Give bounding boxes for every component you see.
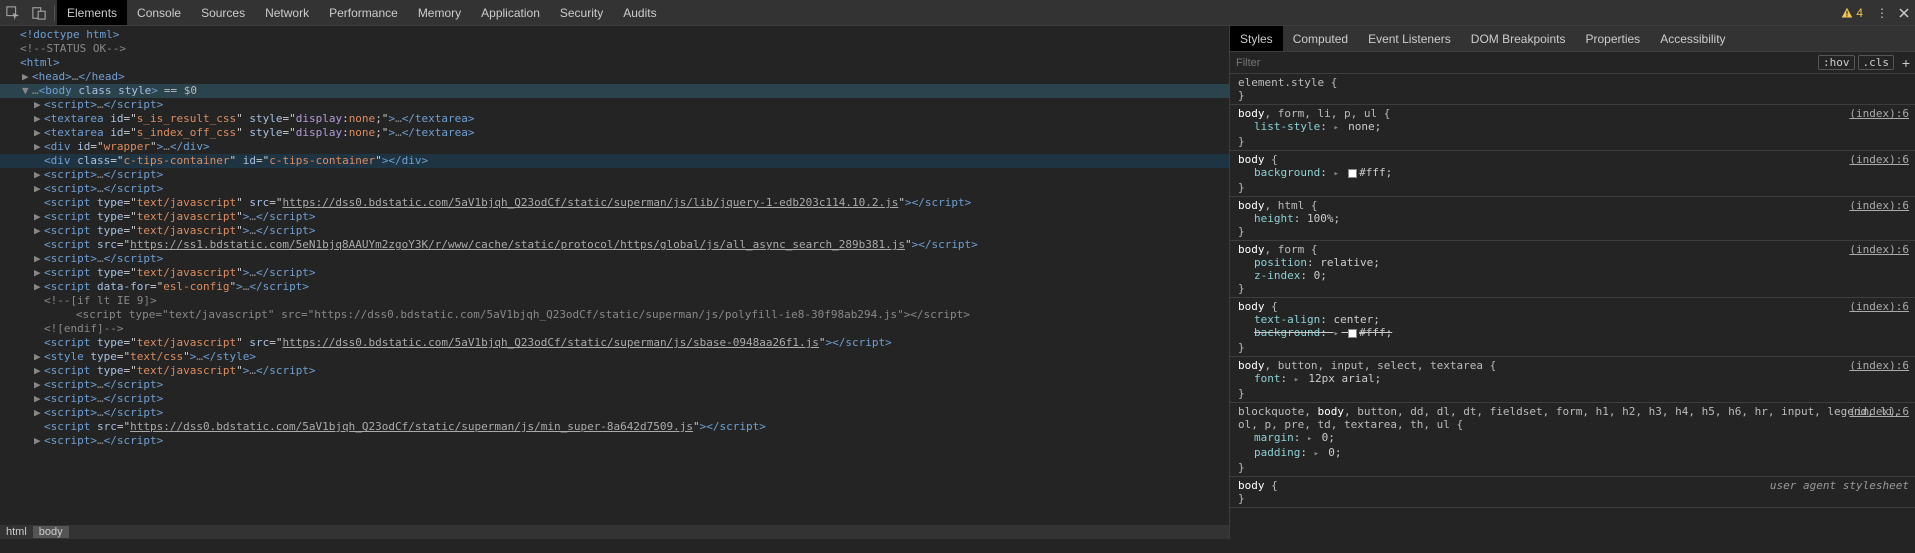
panel-tabs: ElementsConsoleSourcesNetworkPerformance… (57, 0, 667, 25)
dom-line[interactable]: ▶<textarea id="s_index_off_css" style="d… (0, 126, 1229, 140)
panel-tab-console[interactable]: Console (127, 0, 191, 25)
rule-source-link[interactable]: (index):6 (1849, 405, 1909, 418)
side-tab-properties[interactable]: Properties (1575, 26, 1650, 51)
hov-toggle[interactable]: :hov (1818, 55, 1855, 70)
dom-line[interactable]: ▶<script>…</script> (0, 182, 1229, 196)
css-rule[interactable]: user agent stylesheetbody {} (1230, 477, 1915, 508)
dom-line[interactable]: <script type="text/javascript" src="http… (0, 336, 1229, 350)
breadcrumb-body[interactable]: body (33, 526, 69, 538)
dom-line[interactable]: ▶<script>…</script> (0, 98, 1229, 112)
css-rule[interactable]: element.style {} (1230, 74, 1915, 105)
styles-pane[interactable]: element.style {}(index):6body, form, li,… (1230, 74, 1915, 539)
side-tab-styles[interactable]: Styles (1230, 26, 1283, 51)
close-devtools-icon[interactable] (1893, 0, 1915, 26)
css-rule[interactable]: (index):6body {text-align: center;backgr… (1230, 298, 1915, 357)
dom-line[interactable]: ▶<script type="text/javascript">…</scrip… (0, 364, 1229, 378)
dom-line[interactable]: <!--[if lt IE 9]> (0, 294, 1229, 308)
warning-count: 4 (1856, 6, 1863, 20)
css-rule[interactable]: (index):6blockquote, body, button, dd, d… (1230, 403, 1915, 477)
dom-line[interactable]: <![endif]--> (0, 322, 1229, 336)
dom-line[interactable]: ▼…<body class style>== $0 (0, 84, 1229, 98)
dom-line[interactable]: ▶<script>…</script> (0, 406, 1229, 420)
panel-tab-security[interactable]: Security (550, 0, 613, 25)
device-toolbar-icon[interactable] (26, 0, 52, 26)
dom-line[interactable]: <script src="https://dss0.bdstatic.com/5… (0, 420, 1229, 434)
dom-line[interactable]: ▶<textarea id="s_is_result_css" style="d… (0, 112, 1229, 126)
panel-tab-memory[interactable]: Memory (408, 0, 471, 25)
css-rule[interactable]: (index):6body {background: ▸ #fff;} (1230, 151, 1915, 197)
side-tab-dom-breakpoints[interactable]: DOM Breakpoints (1461, 26, 1576, 51)
new-style-rule-icon[interactable]: + (1897, 55, 1915, 71)
rule-source-link[interactable]: (index):6 (1849, 107, 1909, 120)
rule-source-link[interactable]: (index):6 (1849, 199, 1909, 212)
panel-tab-application[interactable]: Application (471, 0, 550, 25)
styles-filter-row: :hov .cls + (1230, 52, 1915, 74)
dom-line[interactable]: <!--STATUS OK--> (0, 42, 1229, 56)
cls-toggle[interactable]: .cls (1858, 55, 1895, 70)
panel-tab-elements[interactable]: Elements (57, 0, 127, 25)
dom-line[interactable]: ▶<script type="text/javascript">…</scrip… (0, 266, 1229, 280)
more-options-icon[interactable]: ⋮ (1871, 0, 1893, 26)
devtools-toolbar: ElementsConsoleSourcesNetworkPerformance… (0, 0, 1915, 26)
dom-line[interactable]: ▶<script>…</script> (0, 168, 1229, 182)
dom-line[interactable]: ▶<style type="text/css">…</style> (0, 350, 1229, 364)
rule-source-link[interactable]: user agent stylesheet (1770, 479, 1909, 492)
styles-filter-input[interactable] (1230, 57, 1818, 69)
css-rule[interactable]: (index):6body, html {height: 100%;} (1230, 197, 1915, 241)
dom-line[interactable]: ▶<script>…</script> (0, 434, 1229, 448)
dom-line[interactable]: <script type="text/javascript" src="http… (0, 308, 1229, 322)
dom-line[interactable]: ▶<script type="text/javascript">…</scrip… (0, 224, 1229, 238)
dom-tree[interactable]: <!doctype html><!--STATUS OK--><html>▶<h… (0, 26, 1229, 525)
dom-line[interactable]: ▶<script data-for="esl-config">…</script… (0, 280, 1229, 294)
dom-line[interactable]: <html> (0, 56, 1229, 70)
panel-tab-performance[interactable]: Performance (319, 0, 408, 25)
rule-source-link[interactable]: (index):6 (1849, 359, 1909, 372)
css-rule[interactable]: (index):6body, form {position: relative;… (1230, 241, 1915, 298)
side-tab-event-listeners[interactable]: Event Listeners (1358, 26, 1461, 51)
dom-line[interactable]: ▶<script>…</script> (0, 378, 1229, 392)
dom-line[interactable]: <script src="https://ss1.bdstatic.com/5e… (0, 238, 1229, 252)
inspect-element-icon[interactable] (0, 0, 26, 26)
panel-tab-network[interactable]: Network (255, 0, 319, 25)
breadcrumb[interactable]: htmlbody (0, 525, 1229, 539)
side-tab-computed[interactable]: Computed (1283, 26, 1358, 51)
dom-line[interactable]: ▶<script>…</script> (0, 252, 1229, 266)
dom-line[interactable]: <!doctype html> (0, 28, 1229, 42)
panel-tab-sources[interactable]: Sources (191, 0, 255, 25)
dom-line[interactable]: ▶<script>…</script> (0, 392, 1229, 406)
breadcrumb-html[interactable]: html (0, 526, 33, 538)
css-rule[interactable]: (index):6body, button, input, select, te… (1230, 357, 1915, 403)
dom-line[interactable]: <script type="text/javascript" src="http… (0, 196, 1229, 210)
rule-source-link[interactable]: (index):6 (1849, 300, 1909, 313)
styles-panel-tabs: StylesComputedEvent ListenersDOM Breakpo… (1230, 26, 1915, 52)
dom-line[interactable]: ▶<div id="wrapper">…</div> (0, 140, 1229, 154)
panel-tab-audits[interactable]: Audits (613, 0, 666, 25)
css-rule[interactable]: (index):6body, form, li, p, ul {list-sty… (1230, 105, 1915, 151)
rule-source-link[interactable]: (index):6 (1849, 153, 1909, 166)
rule-source-link[interactable]: (index):6 (1849, 243, 1909, 256)
warnings-badge[interactable]: 4 (1833, 6, 1871, 20)
dom-line[interactable]: ▶<script type="text/javascript">…</scrip… (0, 210, 1229, 224)
divider (54, 5, 55, 21)
dom-line[interactable]: <div class="c-tips-container" id="c-tips… (0, 154, 1229, 168)
side-tab-accessibility[interactable]: Accessibility (1650, 26, 1735, 51)
dom-line[interactable]: ▶<head>…</head> (0, 70, 1229, 84)
